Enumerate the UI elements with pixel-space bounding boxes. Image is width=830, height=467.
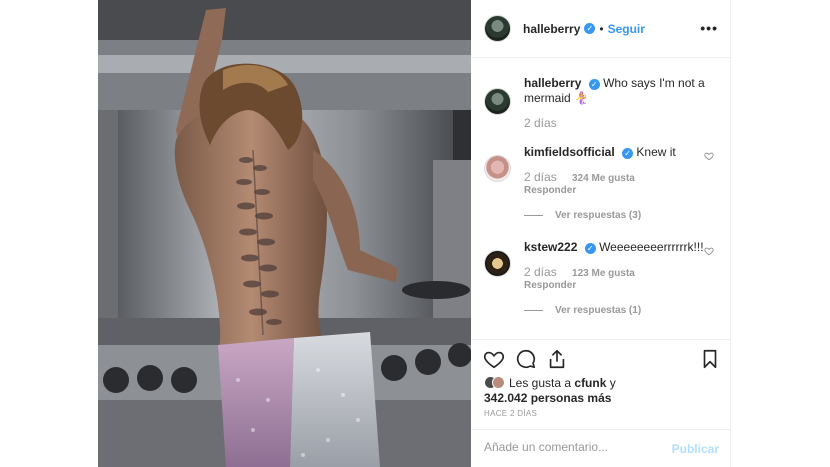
post-actions: Les gusta a cfunk y 342.042 personas más… (471, 339, 731, 467)
replies-divider (524, 310, 543, 311)
caption-username[interactable]: halleberry (524, 76, 581, 90)
liked-by-user[interactable]: cfunk (574, 376, 606, 390)
heart-icon[interactable] (483, 348, 505, 370)
verified-badge-icon: ✓ (622, 148, 634, 159)
action-icons (483, 348, 723, 372)
caption-time[interactable]: 2 días (524, 116, 557, 130)
comment-likes[interactable]: 324 Me gusta (572, 173, 635, 184)
comment-username[interactable]: kimfieldsofficial (524, 145, 615, 159)
view-replies-label: Ver respuestas (1) (555, 305, 642, 316)
liked-by-prefix: Les gusta a (509, 376, 572, 390)
comments-list[interactable]: halleberry ✓ Who says I'm not a mermaid … (471, 59, 731, 339)
publish-button[interactable]: Publicar (672, 442, 719, 456)
instagram-post: halleberry ✓ • Seguir ••• halleberry ✓ W… (98, 0, 731, 467)
caption-avatar[interactable] (484, 88, 511, 115)
bookmark-icon[interactable] (699, 348, 721, 370)
reply-button[interactable]: Responder (524, 280, 576, 291)
verified-badge-icon: ✓ (584, 23, 596, 34)
share-icon[interactable] (546, 348, 568, 370)
more-options-icon[interactable]: ••• (700, 20, 718, 36)
comment-icon[interactable] (515, 348, 537, 370)
comment-text: Weeeeeeeerrrrrrk!!! (599, 240, 704, 254)
author-avatar[interactable] (484, 15, 511, 42)
post-image (98, 0, 471, 467)
comment-username[interactable]: kstew222 (524, 240, 577, 254)
post-side-panel: halleberry ✓ • Seguir ••• halleberry ✓ W… (471, 0, 731, 467)
likes-summary[interactable]: Les gusta a cfunk y 342.042 personas más (484, 376, 724, 406)
author-username[interactable]: halleberry (523, 22, 580, 36)
post-timestamp[interactable]: HACE 2 DÍAS (484, 409, 537, 418)
view-replies-label: Ver respuestas (3) (555, 210, 642, 221)
replies-divider (524, 215, 543, 216)
comment-heart-icon[interactable] (704, 246, 714, 256)
view-replies-button[interactable]: Ver respuestas (1) (524, 305, 641, 316)
comment-avatar[interactable] (484, 250, 511, 277)
comment-time[interactable]: 2 días (524, 170, 557, 184)
liker-avatar (492, 376, 505, 389)
verified-badge-icon: ✓ (584, 243, 596, 254)
comment-input[interactable] (484, 440, 664, 454)
liked-by-suffix: y (609, 376, 616, 390)
likes-count[interactable]: 342.042 personas más (484, 391, 611, 405)
comment-avatar[interactable] (484, 155, 511, 182)
comment-time[interactable]: 2 días (524, 265, 557, 279)
reply-button[interactable]: Responder (524, 185, 576, 196)
comment-likes[interactable]: 123 Me gusta (572, 268, 635, 279)
view-replies-button[interactable]: Ver respuestas (3) (524, 210, 641, 221)
add-comment-bar: Publicar (471, 429, 731, 467)
comment-text: Knew it (636, 145, 676, 159)
verified-badge-icon: ✓ (588, 79, 600, 90)
follow-button[interactable]: Seguir (608, 22, 645, 36)
post-header: halleberry ✓ • Seguir ••• (471, 0, 730, 58)
comment-heart-icon[interactable] (704, 151, 714, 161)
separator-dot: • (599, 21, 604, 36)
post-photo[interactable] (98, 0, 471, 467)
